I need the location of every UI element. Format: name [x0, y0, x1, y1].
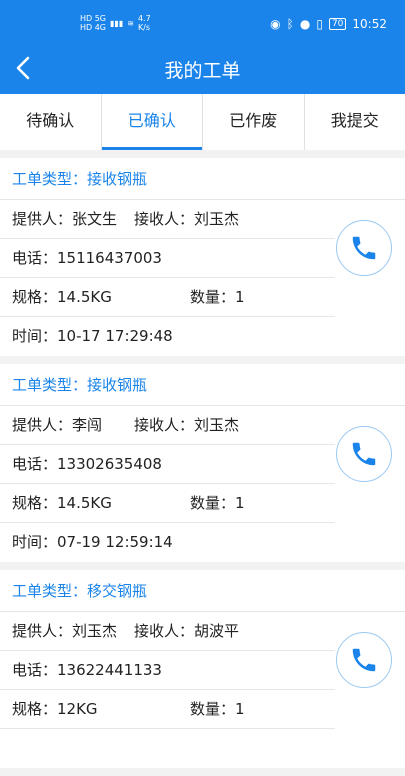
order-people-row: 提供人：张文生 接收人：刘玉杰: [0, 200, 335, 239]
net-speed: 4.7 K/s: [138, 14, 151, 32]
tab-bar: 待确认 已确认 已作废 我提交: [0, 94, 405, 150]
network-top: HD 5G: [80, 14, 106, 23]
order-qty: 数量：1: [190, 690, 245, 729]
call-button[interactable]: [336, 426, 392, 482]
eye-icon: ◉: [270, 17, 280, 31]
network-status: HD 5G HD 4G ▮▮▮ ≋ 4.7 K/s: [80, 14, 151, 32]
order-provider: 提供人：张文生: [12, 210, 117, 228]
order-list: 工单类型：接收钢瓶 提供人：张文生 接收人：刘玉杰 电话：15116437003…: [0, 158, 405, 776]
order-type: 工单类型：移交钢瓶: [0, 570, 405, 612]
network-bottom: HD 4G: [80, 23, 106, 32]
order-spec: 规格：14.5KG: [12, 288, 112, 306]
order-receiver: 接收人：刘玉杰: [134, 200, 239, 239]
order-phone: 电话：13622441133: [0, 651, 335, 690]
order-receiver: 接收人：刘玉杰: [134, 406, 239, 445]
order-time: 时间：07-19 12:59:14: [0, 523, 335, 562]
tab-confirmed[interactable]: 已确认: [102, 94, 204, 150]
status-bar: HD 5G HD 4G ▮▮▮ ≋ 4.7 K/s ◉ ᛒ ● ▯ 70 10:…: [0, 0, 405, 42]
vibrate-icon: ▯: [316, 17, 323, 31]
wifi-icon: ≋: [127, 19, 134, 28]
order-people-row: 提供人：刘玉杰 接收人：胡波平: [0, 612, 335, 651]
order-card[interactable]: 工单类型：接收钢瓶 提供人：张文生 接收人：刘玉杰 电话：15116437003…: [0, 158, 405, 356]
order-spec: 规格：14.5KG: [12, 494, 112, 512]
tab-voided[interactable]: 已作废: [203, 94, 305, 150]
order-spec-row: 规格：14.5KG 数量：1: [0, 484, 335, 523]
tab-pending[interactable]: 待确认: [0, 94, 102, 150]
order-card[interactable]: 工单类型：接收钢瓶 提供人：李闯 接收人：刘玉杰 电话：13302635408 …: [0, 364, 405, 562]
order-people-row: 提供人：李闯 接收人：刘玉杰: [0, 406, 335, 445]
battery-indicator: 70: [329, 18, 346, 30]
order-time: 时间：10-17 17:29:48: [0, 317, 335, 356]
order-time: [0, 729, 335, 768]
page-title: 我的工单: [0, 56, 405, 83]
order-provider: 提供人：刘玉杰: [12, 622, 117, 640]
order-card[interactable]: 工单类型：移交钢瓶 提供人：刘玉杰 接收人：胡波平 电话：13622441133…: [0, 570, 405, 768]
phone-icon: [349, 439, 379, 469]
phone-icon: [349, 233, 379, 263]
order-provider: 提供人：李闯: [12, 416, 102, 434]
call-button[interactable]: [336, 220, 392, 276]
tab-submitted[interactable]: 我提交: [305, 94, 405, 150]
order-phone: 电话：15116437003: [0, 239, 335, 278]
bluetooth-icon: ᛒ: [287, 17, 294, 31]
clock: 10:52: [352, 17, 387, 31]
phone-icon: [349, 645, 379, 675]
order-qty: 数量：1: [190, 278, 245, 317]
order-phone: 电话：13302635408: [0, 445, 335, 484]
signal-icon: ▮▮▮: [110, 19, 123, 28]
order-spec-row: 规格：14.5KG 数量：1: [0, 278, 335, 317]
order-type: 工单类型：接收钢瓶: [0, 364, 405, 406]
order-type: 工单类型：接收钢瓶: [0, 158, 405, 200]
order-receiver: 接收人：胡波平: [134, 612, 239, 651]
order-spec-row: 规格：12KG 数量：1: [0, 690, 335, 729]
order-qty: 数量：1: [190, 484, 245, 523]
order-spec: 规格：12KG: [12, 700, 98, 718]
call-button[interactable]: [336, 632, 392, 688]
app-bar: 我的工单: [0, 42, 405, 94]
location-icon: ●: [300, 17, 310, 31]
